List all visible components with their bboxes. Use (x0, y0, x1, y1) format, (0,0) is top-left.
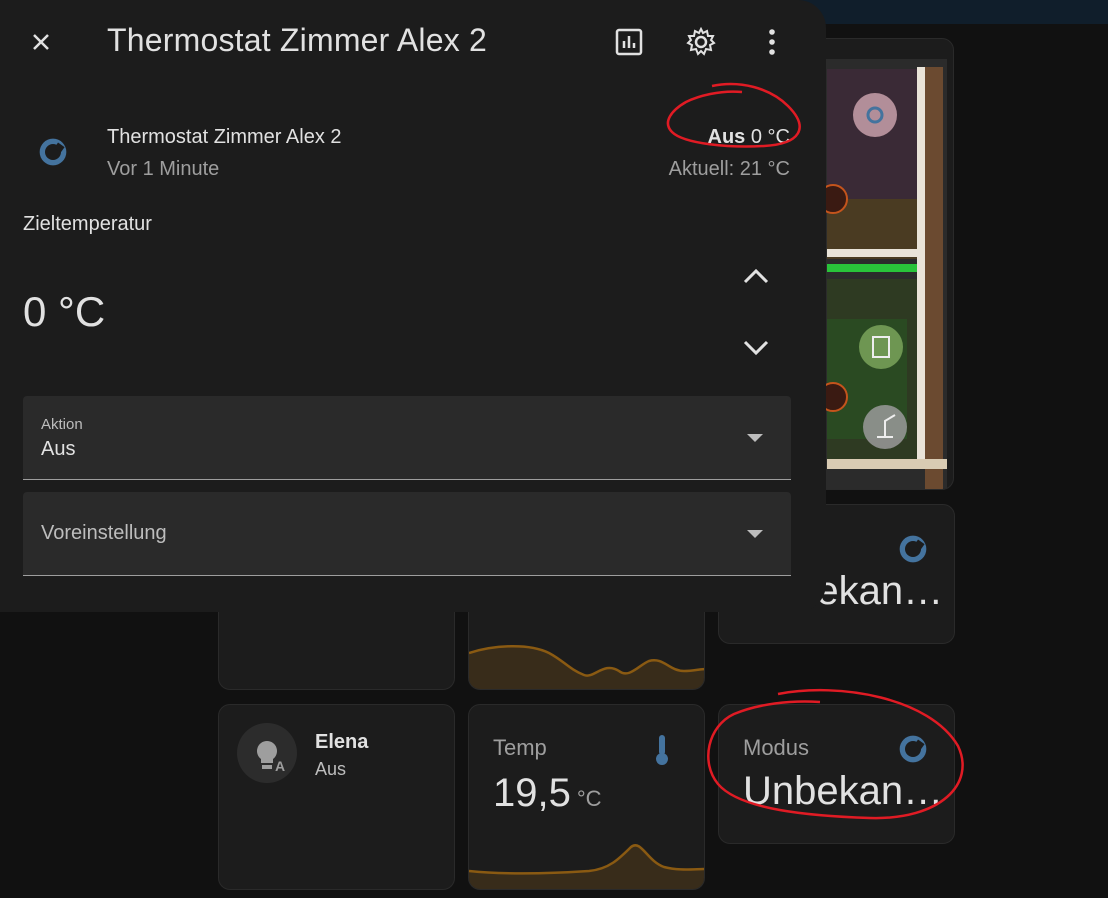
chevron-up-icon (743, 268, 769, 284)
thermostat-icon (39, 138, 67, 166)
temp-card[interactable]: Temp 19,5 °C (468, 704, 705, 890)
thermostat-icon (899, 535, 927, 563)
modus-bottom-label: Modus (743, 735, 810, 760)
close-icon[interactable] (25, 26, 57, 58)
floorplan-card[interactable] (806, 38, 954, 490)
thermostat-icon (899, 735, 927, 763)
svg-text:A: A (275, 758, 285, 774)
sparkline-graph (469, 645, 704, 689)
dots-vertical-icon[interactable] (756, 26, 788, 58)
target-temp-label: Zieltemperatur (23, 213, 152, 235)
preset-select-placeholder: Voreinstellung (41, 522, 167, 544)
floorplan-image (807, 59, 947, 489)
chart-icon[interactable] (613, 26, 645, 58)
modus-card-bottom[interactable]: Modus Unbekan… (718, 704, 955, 844)
elena-name: Elena (315, 731, 369, 753)
chevron-down-icon (743, 340, 769, 356)
dropdown-arrow-icon (747, 530, 763, 538)
thermometer-icon (656, 735, 668, 765)
action-select[interactable]: Aktion Aus (23, 396, 791, 480)
dialog-title: Thermostat Zimmer Alex 2 (107, 22, 488, 58)
more-info-dialog: Thermostat Zimmer Alex 2 Thermostat Zimm… (0, 0, 826, 612)
entity-state: Aus 0 °C (707, 126, 790, 148)
entity-last-changed: Vor 1 Minute (107, 158, 220, 180)
increase-temp-button[interactable] (736, 256, 776, 296)
action-select-value: Aus (41, 438, 76, 460)
decrease-temp-button[interactable] (736, 328, 776, 368)
target-temp-value: 0 °C (23, 288, 106, 335)
elena-state: Aus (315, 759, 347, 779)
entity-name: Thermostat Zimmer Alex 2 (107, 126, 342, 148)
temp-label: Temp (493, 735, 547, 760)
lightbulb-auto-icon: A (237, 723, 297, 783)
dropdown-arrow-icon (747, 434, 763, 442)
modus-bottom-value: Unbekan… (743, 769, 944, 813)
temp-sparkline (469, 844, 704, 889)
temp-value: 19,5 °C (493, 771, 602, 815)
gear-icon[interactable] (685, 26, 717, 58)
elena-light-card[interactable]: A Elena Aus (218, 704, 455, 890)
preset-select[interactable]: Voreinstellung (23, 492, 791, 576)
action-select-label: Aktion (41, 416, 83, 433)
entity-current-temp: Aktuell: 21 °C (668, 158, 790, 180)
